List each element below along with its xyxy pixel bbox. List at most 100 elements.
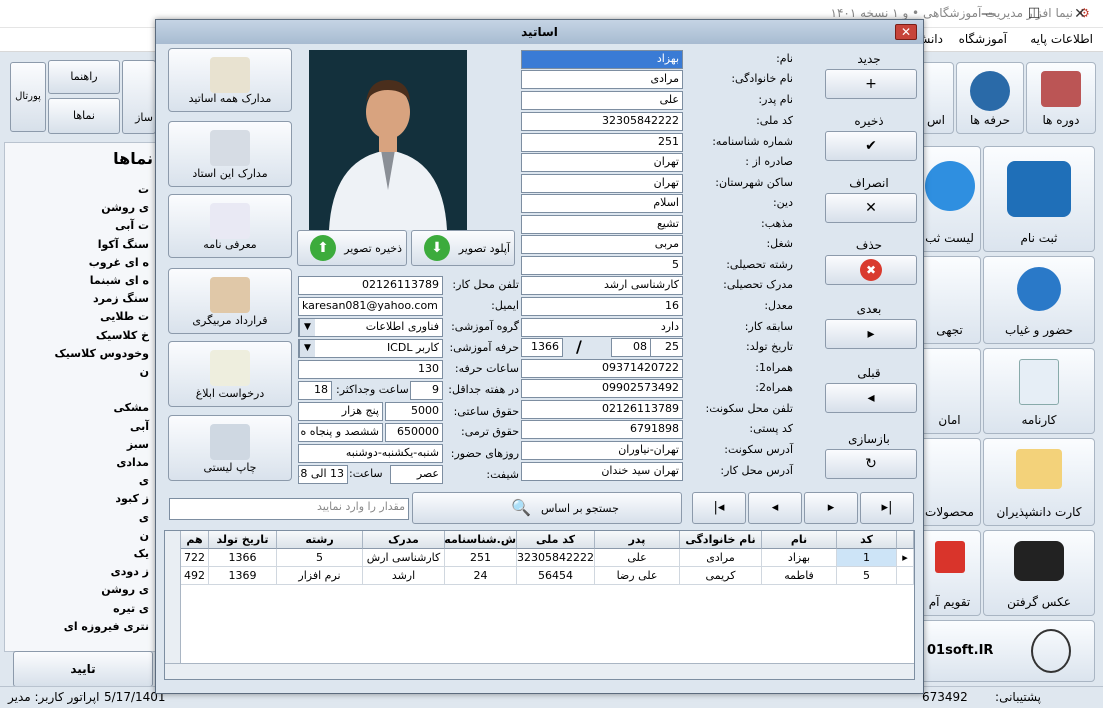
field-family[interactable]: مرادی <box>521 70 683 89</box>
save-photo-button[interactable]: ⬆ ذخیره تصویر <box>297 230 407 266</box>
print-list-button[interactable]: چاپ لیستی <box>168 415 292 481</box>
field-id_no[interactable]: 251 <box>521 133 683 152</box>
grid-cell[interactable]: 722 <box>181 549 209 567</box>
upload-photo-button[interactable]: ⬇ آپلود تصویر <box>411 230 515 266</box>
grid-cell[interactable]: 5 <box>277 549 363 567</box>
cancel-button[interactable]: ✕ <box>825 193 917 223</box>
theme-item[interactable]: ی روشن <box>101 201 149 214</box>
register-tile[interactable]: ثبت نام <box>983 146 1095 252</box>
grid-cell[interactable]: فاطمه <box>762 567 837 585</box>
grid-cell[interactable]: 24 <box>445 567 517 585</box>
theme-item[interactable]: ی روشن <box>101 583 149 596</box>
grid-header[interactable]: کد ملی <box>517 531 595 549</box>
prev-button[interactable]: ◂ <box>825 383 917 413</box>
horizontal-scrollbar[interactable] <box>165 663 914 679</box>
nav-next-button[interactable]: ▸ <box>804 492 858 524</box>
theme-item[interactable]: ت طلایی <box>100 310 149 323</box>
grid-header[interactable]: نام خانوادگی <box>680 531 762 549</box>
weekly-min-field[interactable]: 9 <box>410 381 443 400</box>
theme-item[interactable]: مشکی <box>113 401 149 414</box>
field-experience[interactable]: دارد <box>521 318 683 337</box>
days-field[interactable]: شنبه-یکشنبه-دوشنبه <box>298 444 443 463</box>
theme-item[interactable]: سبز <box>127 438 149 451</box>
field-issued[interactable]: تهران <box>521 153 683 172</box>
grid-cell[interactable]: علی رضا <box>595 567 680 585</box>
theme-item[interactable]: آبی <box>130 420 149 433</box>
grid-cell[interactable]: علی <box>595 549 680 567</box>
photo-tile[interactable]: عکس گرفتن <box>983 530 1095 616</box>
new-button[interactable]: + <box>825 69 917 99</box>
namaha-button[interactable]: نماها <box>48 98 120 134</box>
theme-item[interactable]: یک <box>134 547 149 560</box>
calendar-tile[interactable]: تقویم آم <box>918 530 981 616</box>
grid-cell[interactable]: 5 <box>837 567 897 585</box>
prof-hours-field[interactable]: 130 <box>298 360 443 379</box>
help-button[interactable]: راهنما <box>48 60 120 94</box>
grid-cell[interactable]: 32305842222 <box>517 549 595 567</box>
field-name[interactable]: بهزاد <box>521 50 683 69</box>
professions-tile[interactable]: حرفه ها <box>956 62 1024 134</box>
field-mobile2[interactable]: 09902573492 <box>521 379 683 398</box>
group-select[interactable]: فناوری اطلاعات ▼ <box>298 318 443 337</box>
field-home_addr[interactable]: تهران-نیاوران <box>521 441 683 460</box>
field-mobile1[interactable]: 09371420722 <box>521 359 683 378</box>
courses-tile[interactable]: دوره ها <box>1026 62 1096 134</box>
birth-year-field[interactable]: 1366 <box>521 338 563 357</box>
teachers-grid[interactable]: کد نام نام خانوادگی پدر کد ملی ش.شناسنامه مدرک… <box>164 530 915 680</box>
theme-item[interactable]: ت آبی <box>115 219 149 232</box>
report-card-tile[interactable]: کارنامه <box>983 348 1095 434</box>
theme-item[interactable]: ت <box>138 183 149 196</box>
theme-item[interactable]: وخودوس کلاسیک <box>55 347 149 360</box>
grid-header[interactable]: تاریخ تولد <box>209 531 277 549</box>
theme-item[interactable]: سنگ زمرد <box>93 292 149 305</box>
field-father[interactable]: علی <box>521 91 683 110</box>
grid-cell[interactable]: کریمی <box>680 567 762 585</box>
grid-header[interactable]: رشته <box>277 531 363 549</box>
student-list-tile[interactable]: لیست ثب <box>918 146 981 252</box>
search-button[interactable]: 🔍 جستجو بر اساس <box>412 492 682 524</box>
save-button[interactable]: ✔ <box>825 131 917 161</box>
menu-base-info[interactable]: اطلاعات پایه <box>1030 32 1093 46</box>
portal-button[interactable]: پورتال <box>10 62 46 132</box>
field-degree[interactable]: کارشناسی ارشد <box>521 276 683 295</box>
notice-request-button[interactable]: درخواست ابلاغ <box>168 341 292 407</box>
shift-field[interactable]: عصر <box>390 465 443 484</box>
term-field[interactable]: 650000 <box>385 423 443 442</box>
builder-button[interactable]: ساز <box>122 60 156 134</box>
grid-cell[interactable]: 1369 <box>209 567 277 585</box>
theme-item[interactable]: ی تیره <box>113 602 149 615</box>
field-work_addr[interactable]: تهران سید خندان <box>521 462 683 481</box>
theme-item[interactable]: ن <box>140 529 149 542</box>
attendance-tile[interactable]: حضور و غیاب <box>983 256 1095 344</box>
grid-header[interactable]: هم <box>181 531 209 549</box>
email-field[interactable]: karesan081@yahoo.com <box>298 297 443 316</box>
theme-item[interactable]: ی <box>139 474 149 487</box>
grid-cell[interactable]: کارشناسی ارش <box>363 549 445 567</box>
grid-cell[interactable]: 492 <box>181 567 209 585</box>
nav-last-button[interactable]: |◂ <box>692 492 746 524</box>
theme-item[interactable]: ز کبود <box>115 492 149 505</box>
equipment-tile[interactable]: تجهی <box>918 256 981 344</box>
field-gpa[interactable]: 16 <box>521 297 683 316</box>
dialog-close-button[interactable]: ✕ <box>895 24 917 40</box>
theme-item[interactable]: ن <box>140 365 149 378</box>
grid-cell[interactable]: 56454 <box>517 567 595 585</box>
delete-button[interactable]: ✖ <box>825 255 917 285</box>
field-home_tel[interactable]: 02126113789 <box>521 400 683 419</box>
intro-letter-button[interactable]: معرفی نامه <box>168 194 292 258</box>
field-field[interactable]: 5 <box>521 256 683 275</box>
next-button[interactable]: ▸ <box>825 319 917 349</box>
field-sect[interactable]: تشیع <box>521 215 683 234</box>
grid-header[interactable]: مدرک <box>363 531 445 549</box>
field-national[interactable]: 32305842222 <box>521 112 683 131</box>
maximize-window-button[interactable]: ☐ <box>1011 0 1057 28</box>
field-religion[interactable]: اسلام <box>521 194 683 213</box>
grid-header[interactable]: پدر <box>595 531 680 549</box>
nav-prev-button[interactable]: ◂ <box>748 492 802 524</box>
field-postal[interactable]: 6791898 <box>521 420 683 439</box>
weekly-max-field[interactable]: 18 <box>298 381 332 400</box>
trust-tile[interactable]: امان <box>918 348 981 434</box>
grid-header[interactable]: ش.شناسنامه <box>445 531 517 549</box>
contract-button[interactable]: قرارداد مربیگری <box>168 268 292 334</box>
site-logo-tile[interactable]: 01soft.IR <box>918 620 1095 682</box>
